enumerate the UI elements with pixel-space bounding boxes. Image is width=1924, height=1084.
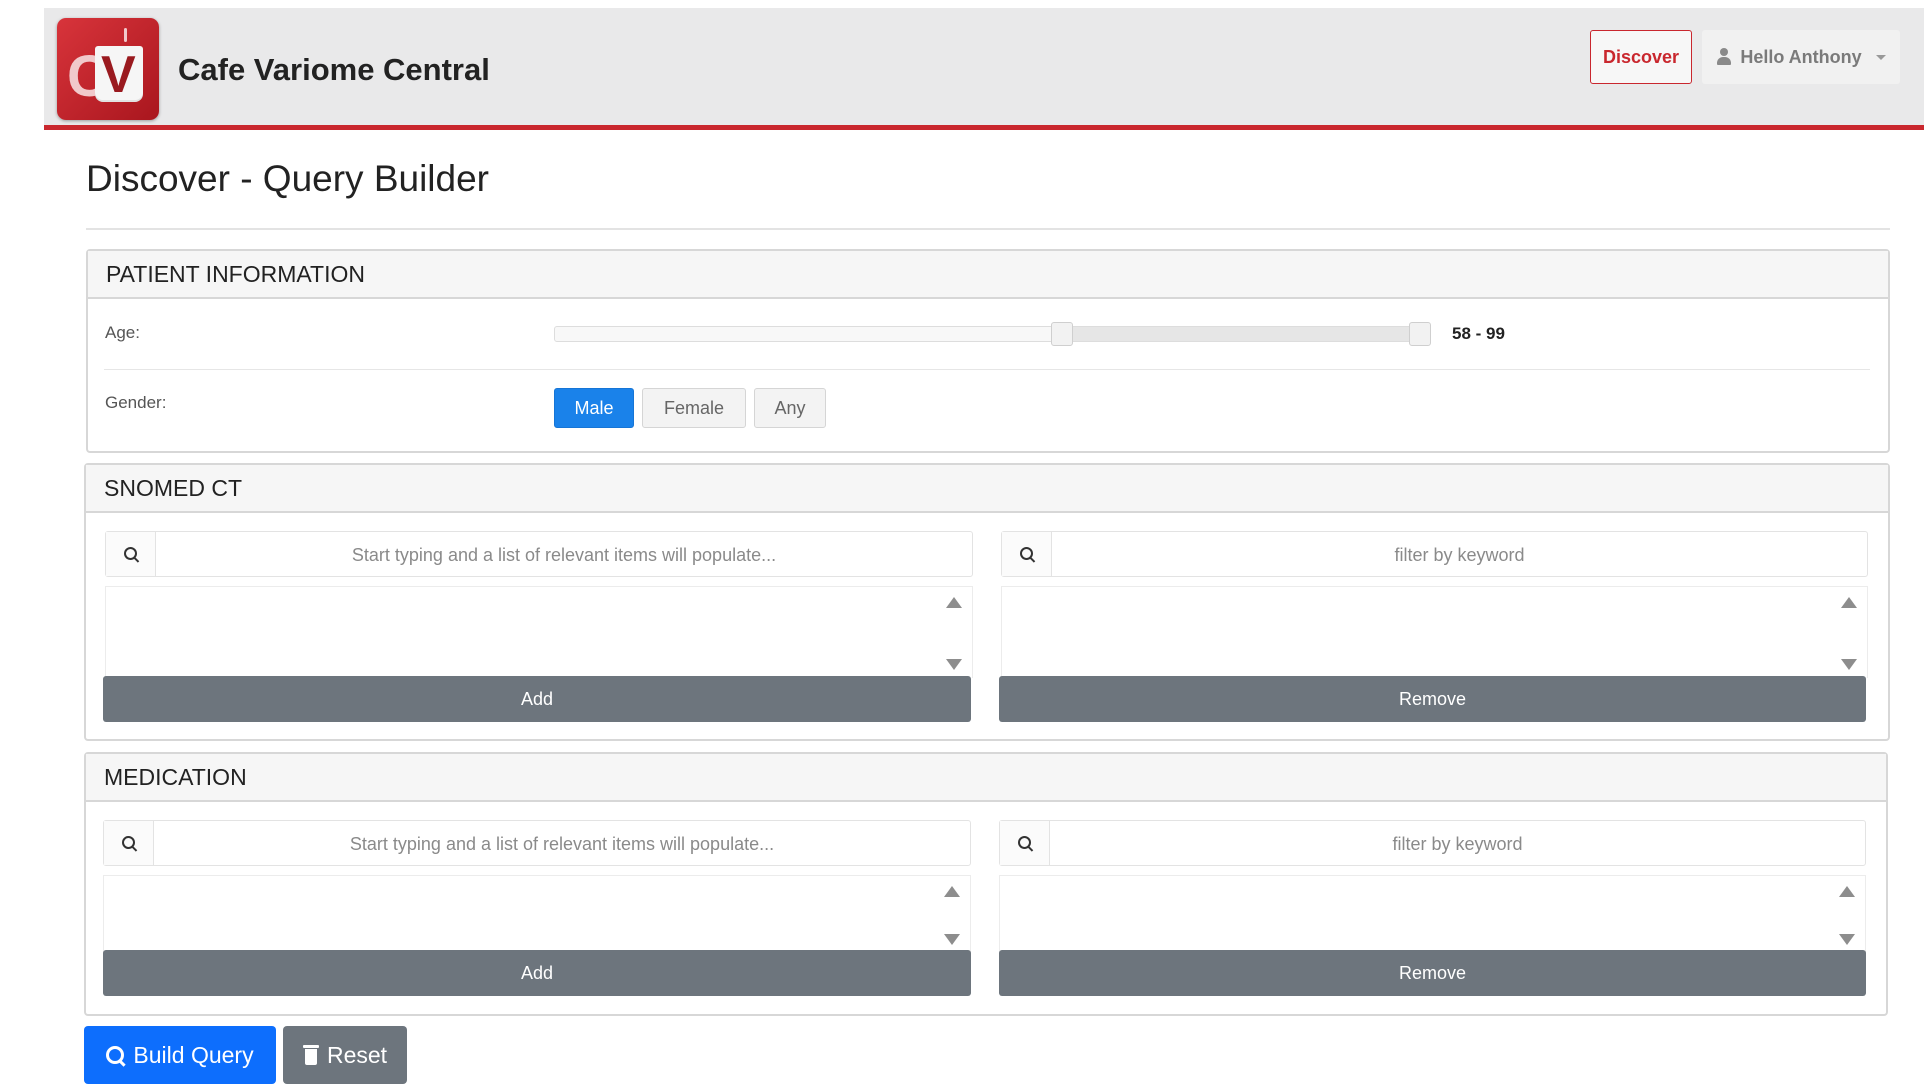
snomed-search-group [105, 531, 973, 578]
build-query-button[interactable]: Build Query [84, 1026, 276, 1084]
build-query-label: Build Query [133, 1041, 254, 1068]
scroll-up-icon[interactable] [946, 597, 962, 608]
age-range-slider[interactable] [554, 322, 1432, 346]
age-slider-min-handle[interactable] [1050, 322, 1073, 346]
gender-male-button[interactable]: Male [554, 388, 634, 428]
snomed-filter-addon [1002, 532, 1052, 576]
reset-button[interactable]: Reset [283, 1026, 407, 1084]
user-menu-dropdown[interactable]: Hello Anthony [1702, 30, 1900, 84]
snomed-search-addon [106, 532, 156, 576]
snomed-remove-button[interactable]: Remove [999, 676, 1866, 722]
medication-search-input[interactable] [154, 821, 970, 867]
navbar: C V Cafe Variome Central Discover Hello … [44, 8, 1924, 130]
search-icon [1017, 836, 1032, 850]
scroll-up-icon[interactable] [1839, 886, 1855, 897]
logo-steam-icon [124, 28, 127, 42]
patient-information-header: PATIENT INFORMATION [88, 251, 1888, 299]
app-logo[interactable]: C V [57, 18, 159, 120]
age-slider-max-handle[interactable] [1409, 322, 1432, 346]
patient-row-divider [104, 369, 1870, 370]
user-icon [1716, 48, 1732, 66]
age-slider-selected-range [1061, 327, 1421, 341]
search-icon [1019, 547, 1034, 561]
reset-label: Reset [326, 1041, 388, 1068]
patient-information-card: PATIENT INFORMATION [86, 249, 1890, 453]
discover-button[interactable]: Discover [1590, 30, 1692, 84]
snomed-available-list[interactable] [105, 586, 973, 678]
medication-remove-button[interactable]: Remove [999, 950, 1866, 996]
scroll-down-icon[interactable] [944, 934, 960, 945]
scroll-up-icon[interactable] [1841, 597, 1857, 608]
scroll-down-icon[interactable] [1839, 934, 1855, 945]
search-icon [106, 1046, 125, 1064]
medication-search-addon [104, 821, 154, 865]
medication-selected-list[interactable] [999, 875, 1866, 953]
gender-label: Gender: [105, 393, 167, 412]
snomed-selected-list[interactable] [1001, 586, 1868, 678]
snomed-ct-header: SNOMED CT [86, 465, 1888, 513]
logo-letter-v: V [101, 46, 136, 104]
age-range-value: 58 - 99 [1452, 324, 1505, 343]
page-title: Discover - Query Builder [86, 158, 490, 199]
snomed-filter-input[interactable] [1052, 532, 1867, 578]
search-icon [121, 836, 136, 850]
medication-header: MEDICATION [86, 754, 1886, 802]
user-greeting: Hello Anthony [1740, 46, 1862, 67]
gender-any-button[interactable]: Any [754, 388, 826, 428]
medication-search-group [103, 820, 971, 867]
gender-female-button[interactable]: Female [642, 388, 746, 428]
medication-filter-addon [1000, 821, 1050, 865]
scroll-down-icon[interactable] [1841, 659, 1857, 670]
trash-icon [302, 1045, 319, 1065]
medication-filter-group [999, 820, 1866, 867]
scroll-down-icon[interactable] [946, 659, 962, 670]
chevron-down-icon [1875, 54, 1886, 60]
age-label: Age: [105, 323, 140, 342]
snomed-search-input[interactable] [156, 532, 972, 578]
page: C V Cafe Variome Central Discover Hello … [0, 0, 1924, 1084]
snomed-filter-group [1001, 531, 1868, 578]
app-title[interactable]: Cafe Variome Central [178, 52, 490, 88]
search-icon [123, 547, 138, 561]
title-divider [86, 228, 1890, 230]
snomed-add-button[interactable]: Add [103, 676, 971, 722]
scroll-up-icon[interactable] [944, 886, 960, 897]
medication-filter-input[interactable] [1050, 821, 1865, 867]
medication-add-button[interactable]: Add [103, 950, 971, 996]
medication-available-list[interactable] [103, 875, 971, 953]
